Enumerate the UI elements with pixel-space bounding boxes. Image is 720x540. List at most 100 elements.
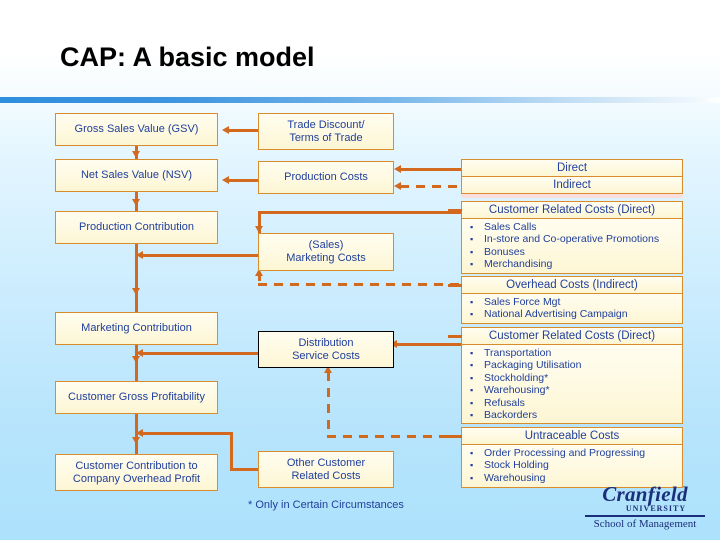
box-customer-related-costs-direct-1-header[interactable]: Customer Related Costs (Direct) [461,201,683,219]
logo-school: School of Management [593,517,697,530]
box-label: Production Contribution [79,221,194,233]
box-label: Overhead Costs (Indirect) [506,278,638,291]
list-items: Order Processing and Progressing Stock H… [470,447,682,485]
connector-distcosts-to-mktcontrib [142,352,258,355]
box-production-costs[interactable]: Production Costs [258,161,394,194]
list-item: Merchandising [470,258,682,271]
arrowhead-left-prodcosts-indirect [394,182,401,190]
box-other-customer-related-costs[interactable]: Other Customer Related Costs [258,451,394,488]
slide-canvas: CAP: A basic model Gross Sales Value (GS… [0,0,720,540]
box-indirect[interactable]: Indirect [461,176,683,194]
arrowhead-down-mktcosts [255,226,263,233]
connector-untraceable-dashed-vertical [327,372,330,438]
arrowhead-left-gsv [222,126,229,134]
box-label: Net Sales Value (NSV) [80,169,193,181]
list-items: Transportation Packaging Utilisation Sto… [470,347,682,422]
list-customer-related-costs-direct-2[interactable]: Transportation Packaging Utilisation Sto… [461,344,683,424]
list-item: Packaging Utilisation [470,359,682,372]
box-distribution-service-costs[interactable]: Distribution Service Costs [258,331,394,368]
arrowhead-down-nsv [132,151,140,158]
box-trade-discount[interactable]: Trade Discount/ Terms of Trade [258,113,394,150]
connector-overhead-dashed-horizontal [258,283,462,286]
box-marketing-contribution[interactable]: Marketing Contribution [55,312,218,345]
box-sales-marketing-costs[interactable]: (Sales) Marketing Costs [258,233,394,271]
title-area: CAP: A basic model [0,0,720,97]
list-item: Stock Holding [470,459,682,472]
box-direct[interactable]: Direct [461,159,683,177]
accent-bar [0,97,720,103]
box-label-line1: (Sales) [308,239,344,251]
connector-untraceable-dashed-horizontal [327,435,462,438]
list-item: National Advertising Campaign [470,308,682,321]
connector-othercosts-horizontal-lower [230,468,260,471]
list-item: Sales Force Mgt [470,296,682,309]
box-label-line2: Service Costs [292,349,360,362]
logo-rule [585,515,705,517]
connector-mktcosts-to-prodcontrib [142,254,258,257]
connector-stub-crc1 [448,209,462,212]
box-label: Customer Related Costs (Direct) [488,329,656,342]
box-label-line1: Other Customer [286,456,366,469]
box-label-line1: Trade Discount/ [287,118,365,131]
arrowhead-left-mktcontrib [136,349,143,357]
arrowhead-left-prodcontrib [136,251,143,259]
connector-stub-crc2 [448,335,462,338]
box-label-line1: Distribution [298,336,354,349]
box-label: Indirect [553,178,591,191]
box-customer-related-costs-direct-2-header[interactable]: Customer Related Costs (Direct) [461,327,683,345]
box-label-line2: Related Costs [291,469,361,482]
box-label-line2: Terms of Trade [289,131,363,144]
arrowhead-left-custcontrib [136,429,143,437]
arrowhead-left-prodcosts-direct [394,165,401,173]
connector-stub-untraceable [448,435,462,438]
box-label: Customer Related Costs (Direct) [488,203,656,216]
box-label: Marketing Contribution [81,322,192,334]
connector-crc1-horizontal [258,211,462,214]
list-item: Bonuses [470,246,682,259]
connector-prodcosts-to-nsv [228,179,258,182]
cranfield-logo: Cranfield UNIVERSITY School of Managemen… [585,484,705,532]
box-label: Production Costs [284,171,368,183]
connector-direct-to-prodcosts [400,168,462,171]
box-label: Direct [556,161,588,174]
footnote: * Only in Certain Circumstances [248,499,404,511]
box-label-line2: Marketing Costs [286,252,366,264]
connector-othercosts-horizontal-upper [142,432,233,435]
list-item: Transportation [470,347,682,360]
box-gross-sales-value[interactable]: Gross Sales Value (GSV) [55,113,218,146]
box-label-line2: Company Overhead Profit [72,472,201,485]
arrowhead-left-nsv [222,176,229,184]
box-label: Gross Sales Value (GSV) [74,123,199,135]
list-item: In-store and Co-operative Promotions [470,233,682,246]
connector-othercosts-vertical [230,432,233,471]
list-items: Sales Force Mgt National Advertising Cam… [470,296,682,321]
arrowhead-down-prodcontrib [132,199,140,206]
page-title: CAP: A basic model [60,42,315,72]
list-item: Sales Calls [470,221,682,234]
list-items: Sales Calls In-store and Co-operative Pr… [470,221,682,271]
list-item: Backorders [470,409,682,422]
box-customer-contribution[interactable]: Customer Contribution to Company Overhea… [55,454,218,491]
list-customer-related-costs-direct-1[interactable]: Sales Calls In-store and Co-operative Pr… [461,218,683,274]
arrowhead-down-custgross [132,356,140,363]
separator-pink-upper [461,194,683,198]
list-overhead-costs-indirect[interactable]: Sales Force Mgt National Advertising Cam… [461,293,683,324]
connector-crc2-to-distcosts [396,343,462,346]
box-net-sales-value[interactable]: Net Sales Value (NSV) [55,159,218,192]
arrowhead-down-mktcontrib [132,288,140,295]
box-overhead-costs-indirect-header[interactable]: Overhead Costs (Indirect) [461,276,683,294]
list-item: Warehousing* [470,384,682,397]
box-label: Customer Gross Profitability [68,391,205,403]
box-untraceable-costs-header[interactable]: Untraceable Costs [461,427,683,445]
box-production-contribution[interactable]: Production Contribution [55,211,218,244]
connector-stub-overhead [448,284,462,287]
box-label-line1: Customer Contribution to [75,459,198,472]
connector-indirect-to-prodcosts-dashed [400,185,462,188]
list-item: Stockholding* [470,372,682,385]
logo-name: Cranfield [602,482,688,506]
connector-tradediscount-to-gsv [228,129,258,132]
box-customer-gross-profitability[interactable]: Customer Gross Profitability [55,381,218,414]
arrowhead-down-custcontrib [132,437,140,444]
box-label: Untraceable Costs [524,429,620,442]
list-item: Order Processing and Progressing [470,447,682,460]
